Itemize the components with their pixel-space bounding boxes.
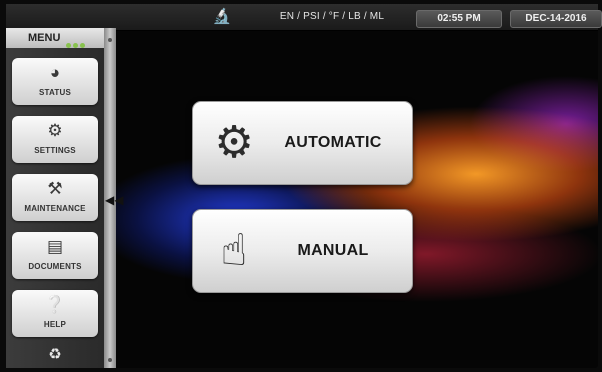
sidebar-item-label: SETTINGS [34,146,76,155]
menu-dots-icon [66,35,90,48]
units-indicator[interactable]: EN / PSI / °F / LB / ML [270,9,394,25]
microscope-icon[interactable]: 🔬 [212,8,232,26]
sidebar-menu: MENU ◕ STATUS ⚙ SETTINGS ⚒ MAINTENANCE ▤… [6,28,105,368]
gauge-icon: ◕ [49,63,61,82]
manual-label: MANUAL [297,242,369,259]
automatic-label: AUTOMATIC [284,134,382,151]
date-display: DEC-14-2016 [510,10,602,28]
sidebar-item-label: HELP [43,320,67,329]
strip-dot [108,358,112,362]
time-display: 02:55 PM [416,10,502,28]
menu-header: MENU [6,28,105,48]
sidebar-item-label: MAINTENANCE [24,204,86,213]
automatic-mode-button[interactable]: ⚙ AUTOMATIC [192,101,413,185]
sidebar-item-label: STATUS [38,88,71,97]
menu-title: MENU [28,32,61,44]
gear-icon: ⚙ [47,121,63,140]
recycle-icon[interactable]: ♻ [42,345,68,365]
document-icon: ▤ [46,237,64,256]
sidebar-item-settings[interactable]: ⚙ SETTINGS [12,116,98,163]
sidebar-item-maintenance[interactable]: ⚒ MAINTENANCE [12,174,98,221]
hand-pointer-icon: ☝ [220,226,248,275]
sidebar-item-help[interactable]: ❔ HELP [12,290,98,337]
manual-mode-button[interactable]: ☝ MANUAL [192,209,413,293]
tools-icon: ⚒ [47,179,63,198]
sidebar-item-status[interactable]: ◕ STATUS [12,58,98,105]
top-status-bar: 🔬 EN / PSI / °F / LB / ML 02:55 PM DEC-1… [6,4,602,31]
gears-icon: ⚙ [214,118,254,167]
sidebar-item-documents[interactable]: ▤ DOCUMENTS [12,232,98,279]
sidebar-item-label: DOCUMENTS [28,262,82,271]
question-icon: ❔ [44,295,66,314]
strip-dot [108,38,112,42]
double-chevron-left-icon[interactable]: ◀◀ [105,192,123,208]
